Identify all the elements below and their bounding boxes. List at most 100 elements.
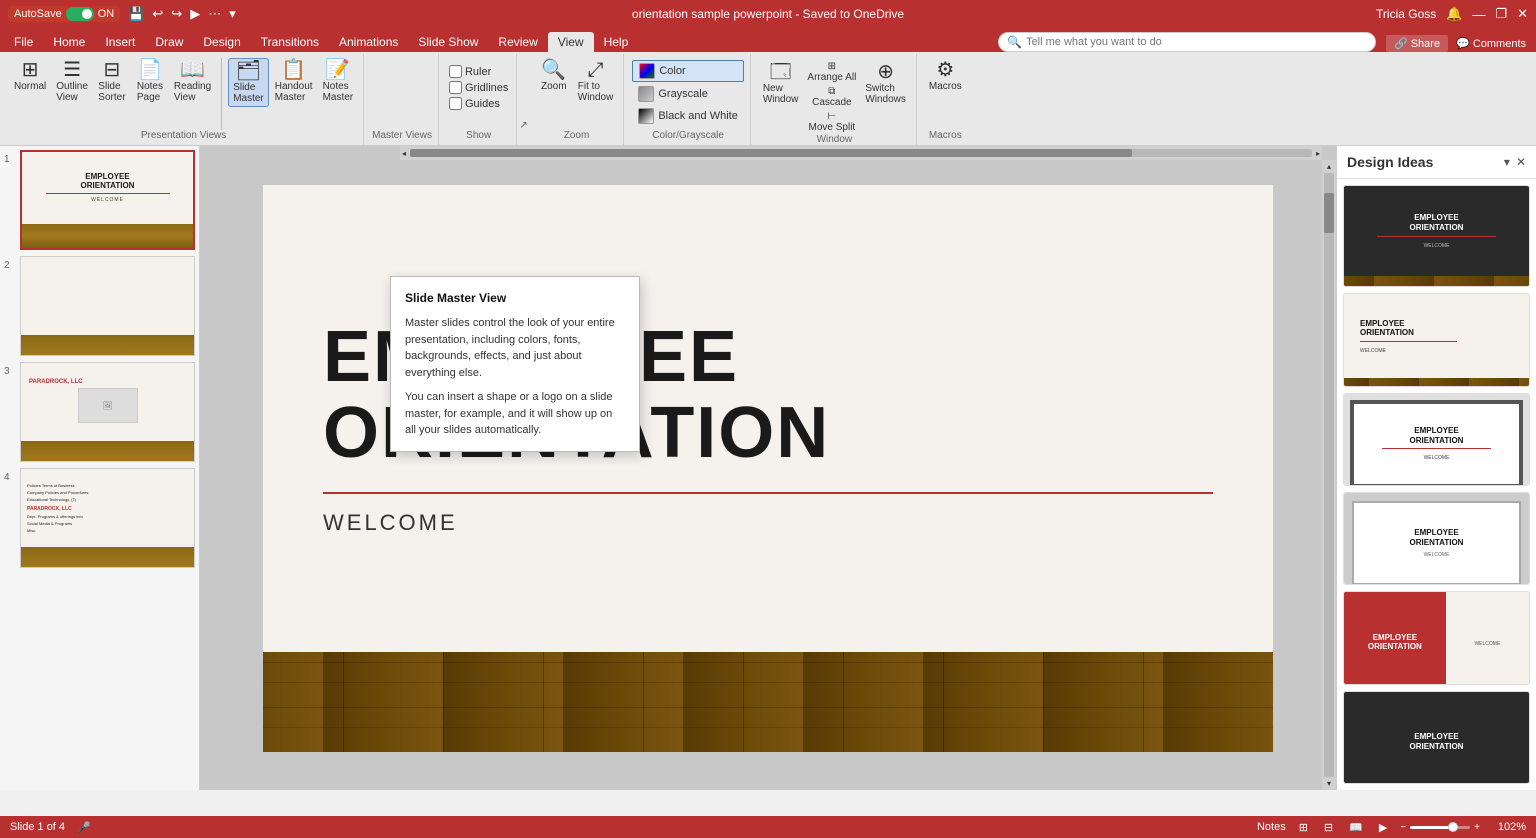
notes-page-icon: 📄 [137,60,162,80]
search-input[interactable] [1026,36,1206,48]
btn-color[interactable]: Color [632,60,743,82]
tab-review[interactable]: Review [488,32,547,52]
floor-vert-2 [443,652,444,752]
tab-slideshow[interactable]: Slide Show [408,32,488,52]
scroll-up-btn[interactable]: ▴ [1327,162,1331,171]
presentation-view-buttons: ⊞ Normal ☰ OutlineView ⊟ SlideSorter 📄 N… [10,56,357,130]
slider-track[interactable] [1410,826,1470,829]
btn-notes-page[interactable]: 📄 NotesPage [132,58,168,105]
slide-thumb-1[interactable]: 1 EMPLOYEEORIENTATION WELCOME [4,150,195,250]
checkbox-gridlines[interactable]: Gridlines [447,80,510,95]
present-icon[interactable]: ▶ [190,6,200,22]
btn-notes-master[interactable]: 📝 NotesMaster [319,58,358,105]
h-scroll-track[interactable] [410,149,1312,157]
scroll-left-btn[interactable]: ◂ [402,149,406,158]
tab-transitions[interactable]: Transitions [251,32,329,52]
minimize-icon[interactable]: — [1472,7,1485,22]
comments-button[interactable]: 💬 Comments [1456,37,1526,50]
design-idea-4[interactable]: EMPLOYEEORIENTATION WELCOME [1343,492,1530,585]
zoom-out-btn[interactable]: − [1400,822,1406,833]
notes-btn[interactable]: Notes [1257,821,1286,833]
slide-preview-3[interactable]: PARADROCK, LLC 🖼 [20,362,195,462]
share-button[interactable]: 🔗 Share [1386,35,1448,52]
design-idea-1[interactable]: EMPLOYEEORIENTATION WELCOME [1343,185,1530,287]
redo-icon[interactable]: ↪ [171,6,182,22]
expand-icon[interactable]: ↗ [519,120,527,131]
slide-thumb-3[interactable]: 3 PARADROCK, LLC 🖼 [4,362,195,462]
design-idea-2[interactable]: EMPLOYEEORIENTATION WELCOME [1343,293,1530,386]
canvas-subtitle[interactable]: WELCOME [323,510,1213,536]
floor-vert-9 [1143,652,1144,752]
close-icon[interactable]: ✕ [1517,6,1528,22]
btn-reading-view[interactable]: 📖 ReadingView [170,58,215,105]
group-label-show: Show [466,130,491,143]
zoom-buttons: 🔍 Zoom ⤢ Fit toWindow [536,56,618,130]
search-bar[interactable]: 🔍 [998,32,1376,52]
btn-outline-view[interactable]: ☰ OutlineView [52,58,92,105]
btn-macros[interactable]: ⚙ Macros [925,58,966,94]
scroll-down-btn[interactable]: ▾ [1327,779,1331,788]
view-sorter-btn[interactable]: ⊟ [1321,820,1336,835]
zoom-in-btn[interactable]: + [1474,822,1480,833]
vertical-scrollbar[interactable]: ▴ ▾ [1322,160,1336,790]
btn-switch-windows[interactable]: ⊕ SwitchWindows [861,60,910,134]
btn-cascade[interactable]: ⧉ Cascade [804,85,859,109]
tab-design[interactable]: Design [193,32,250,52]
slide-canvas[interactable]: EMPLOYEE ORIENTATION WELCOME [263,185,1273,752]
btn-grayscale[interactable]: Grayscale [632,84,743,104]
undo-icon[interactable]: ↩ [152,6,163,22]
btn-black-white[interactable]: Black and White [632,106,743,126]
btn-move-split[interactable]: ⊢ Move Split [804,110,859,134]
restore-icon[interactable]: ❐ [1495,6,1507,22]
di-1-title: EMPLOYEEORIENTATION [1410,213,1464,232]
view-normal-btn[interactable]: ⊞ [1296,820,1311,835]
zoom-level[interactable]: 102% [1490,821,1526,833]
checkbox-guides[interactable]: Guides [447,96,510,111]
tab-file[interactable]: File [4,32,43,52]
down-icon[interactable]: ▾ [229,6,236,22]
zoom-slider[interactable]: − + [1400,822,1480,833]
autosave-toggle[interactable]: AutoSave ON [8,6,120,22]
design-panel-dropdown[interactable]: ▾ [1504,155,1510,169]
view-present-btn[interactable]: ▶ [1376,820,1390,835]
scroll-right-btn[interactable]: ▸ [1316,149,1320,158]
btn-fit-to-window[interactable]: ⤢ Fit toWindow [574,58,618,105]
save-icon[interactable]: 💾 [128,6,144,22]
tab-draw[interactable]: Draw [145,32,193,52]
more-icon[interactable]: ⋯ [208,6,221,22]
slide-thumb-2[interactable]: 2 [4,256,195,356]
autosave-toggle-on[interactable] [66,7,94,21]
tab-help[interactable]: Help [594,32,639,52]
tab-view[interactable]: View [548,32,594,52]
v-scroll-track[interactable] [1324,173,1334,777]
btn-new-window[interactable]: 🗔 NewWindow [759,60,803,134]
btn-handout-master[interactable]: 📋 HandoutMaster [271,58,317,105]
tab-home[interactable]: Home [43,32,95,52]
slide-4-line3: Educational Technology, (T) [27,497,76,502]
btn-normal[interactable]: ⊞ Normal [10,58,50,94]
slide-preview-4[interactable]: Policies Terms of Business Company Polic… [20,468,195,568]
btn-slide-master[interactable]: 🗂 SlideMaster [228,58,269,107]
btn-zoom[interactable]: 🔍 Zoom [536,58,572,94]
checkbox-ruler[interactable]: Ruler [447,64,510,79]
view-reading-btn[interactable]: 📖 [1346,820,1366,835]
design-idea-2-preview: EMPLOYEEORIENTATION WELCOME [1344,294,1529,386]
design-idea-6[interactable]: EMPLOYEEORIENTATION [1343,691,1530,784]
h-scroll-thumb[interactable] [410,149,1132,157]
slide-thumb-4[interactable]: 4 Policies Terms of Business Company Pol… [4,468,195,568]
tab-insert[interactable]: Insert [95,32,145,52]
design-idea-5[interactable]: EMPLOYEEORIENTATION WELCOME [1343,591,1530,684]
slider-thumb[interactable] [1448,822,1458,832]
share-icon[interactable]: 🔔 [1446,6,1462,22]
tab-animations[interactable]: Animations [329,32,408,52]
v-scroll-thumb[interactable] [1324,193,1334,233]
show-expand[interactable]: ↗ [519,54,527,145]
btn-grayscale-label: Grayscale [658,88,708,100]
horizontal-scrollbar[interactable]: ◂ ▸ [400,146,1322,160]
slide-preview-2[interactable] [20,256,195,356]
btn-slide-sorter[interactable]: ⊟ SlideSorter [94,58,130,105]
design-idea-3[interactable]: EMPLOYEEORIENTATION WELCOME [1343,393,1530,486]
design-panel-close[interactable]: ✕ [1516,155,1526,169]
btn-arrange-all[interactable]: ⊞ Arrange All [804,60,859,84]
slide-preview-1[interactable]: EMPLOYEEORIENTATION WELCOME [20,150,195,250]
